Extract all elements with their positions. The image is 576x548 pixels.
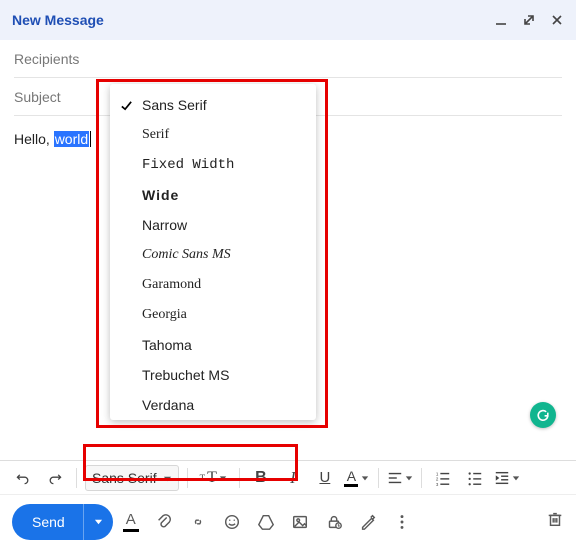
- svg-text:2: 2: [436, 476, 439, 481]
- font-option-narrow[interactable]: Narrow: [110, 210, 316, 240]
- underline-button[interactable]: U: [312, 465, 338, 491]
- font-option-label: Serif: [142, 127, 302, 143]
- font-option-georgia[interactable]: Georgia: [110, 300, 316, 330]
- italic-button[interactable]: I: [280, 465, 306, 491]
- body-text-selected: world: [54, 131, 89, 147]
- font-option-comic-sans-ms[interactable]: Comic Sans MS: [110, 240, 316, 270]
- numbered-list-button[interactable]: 1 2 3: [430, 465, 456, 491]
- bold-button[interactable]: B: [248, 465, 274, 491]
- format-toolbar: Sans Serif T T B I U A: [0, 460, 576, 494]
- chevron-down-icon: [405, 469, 413, 487]
- minimize-icon[interactable]: [494, 13, 508, 27]
- font-option-tahoma[interactable]: Tahoma: [110, 330, 316, 360]
- attach-file-button[interactable]: [155, 513, 173, 531]
- compose-window: New Message Recipients Subject Hello, wo…: [0, 0, 576, 548]
- font-option-label: Fixed Width: [142, 157, 302, 173]
- font-option-trebuchet-ms[interactable]: Trebuchet MS: [110, 360, 316, 390]
- font-family-menu[interactable]: Sans Serif Serif Fixed Width Wide Narrow Comi…: [110, 84, 316, 420]
- chevron-down-icon: [361, 469, 369, 487]
- font-option-label: Trebuchet MS: [142, 367, 302, 383]
- font-option-verdana[interactable]: Verdana: [110, 390, 316, 420]
- close-icon[interactable]: [550, 13, 564, 27]
- font-option-fixed-width[interactable]: Fixed Width: [110, 150, 316, 180]
- redo-button[interactable]: [42, 465, 68, 491]
- text-color-button[interactable]: A: [344, 465, 370, 491]
- large-t-icon: T: [207, 469, 217, 487]
- more-options-button[interactable]: [393, 513, 411, 531]
- insert-emoji-button[interactable]: [223, 513, 241, 531]
- check-icon: [120, 99, 142, 112]
- send-label: Send: [32, 514, 65, 530]
- format-color-bar: [123, 529, 139, 532]
- separator: [378, 468, 379, 488]
- insert-photo-button[interactable]: [291, 513, 309, 531]
- text-color-label: A: [347, 469, 356, 483]
- popout-icon[interactable]: [522, 13, 536, 27]
- separator: [239, 468, 240, 488]
- font-option-garamond[interactable]: Garamond: [110, 270, 316, 300]
- font-selector-value: Sans Serif: [92, 470, 157, 486]
- text-caret: [90, 131, 91, 147]
- font-option-serif[interactable]: Serif: [110, 120, 316, 150]
- font-option-label: Wide: [142, 187, 302, 203]
- font-option-sans-serif[interactable]: Sans Serif: [110, 90, 316, 120]
- chevron-down-icon: [512, 469, 520, 487]
- separator: [187, 468, 188, 488]
- font-size-selector[interactable]: T T: [196, 465, 231, 491]
- align-button[interactable]: [387, 465, 413, 491]
- separator: [76, 468, 77, 488]
- small-t-icon: T: [200, 473, 206, 483]
- send-button[interactable]: Send: [12, 504, 83, 540]
- compose-title: New Message: [12, 12, 494, 28]
- svg-text:3: 3: [436, 482, 439, 486]
- send-options-button[interactable]: [83, 504, 113, 540]
- chevron-down-icon: [163, 470, 172, 486]
- svg-text:1: 1: [436, 471, 439, 476]
- format-a-label: A: [126, 511, 136, 528]
- title-bar: New Message: [0, 0, 576, 40]
- recipients-label: Recipients: [14, 51, 79, 67]
- send-button-group: Send: [12, 504, 113, 540]
- insert-drive-button[interactable]: [257, 513, 275, 531]
- confidential-mode-button[interactable]: [325, 513, 343, 531]
- insert-link-button[interactable]: [189, 513, 207, 531]
- body-text-prefix: Hello,: [14, 131, 54, 147]
- font-option-label: Sans Serif: [142, 97, 302, 113]
- font-option-label: Comic Sans MS: [142, 247, 302, 263]
- font-option-label: Garamond: [142, 277, 302, 293]
- separator: [421, 468, 422, 488]
- font-option-label: Georgia: [142, 307, 302, 323]
- font-option-label: Tahoma: [142, 337, 302, 353]
- subject-label: Subject: [14, 89, 61, 105]
- insert-signature-button[interactable]: [359, 513, 377, 531]
- undo-button[interactable]: [10, 465, 36, 491]
- chevron-down-icon: [219, 469, 227, 487]
- font-option-label: Narrow: [142, 217, 302, 233]
- color-bar: [344, 484, 358, 487]
- formatting-toggle-button[interactable]: A: [123, 511, 139, 532]
- font-family-selector[interactable]: Sans Serif: [85, 465, 179, 491]
- font-option-label: Verdana: [142, 397, 302, 413]
- discard-draft-button[interactable]: [546, 510, 564, 533]
- bulleted-list-button[interactable]: [462, 465, 488, 491]
- grammarly-badge[interactable]: [530, 402, 556, 428]
- recipients-field[interactable]: Recipients: [14, 40, 562, 78]
- indent-button[interactable]: [494, 465, 520, 491]
- bottom-bar: Send A: [0, 494, 576, 548]
- font-option-wide[interactable]: Wide: [110, 180, 316, 210]
